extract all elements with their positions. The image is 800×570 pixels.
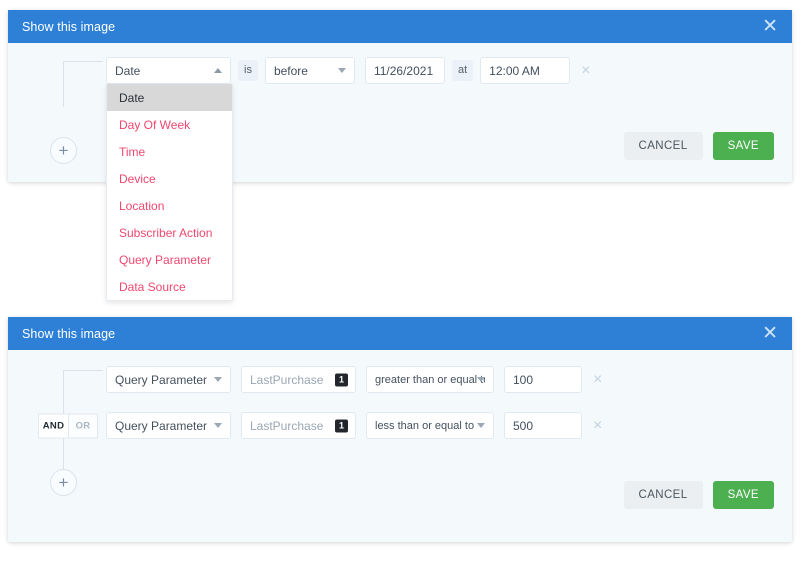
dialog-show-this-image-2: Show this image ✕ + Query Parameter Last… (8, 317, 792, 542)
token-count-badge: 1 (335, 373, 348, 386)
dialog-title: Show this image (22, 327, 115, 341)
remove-condition-icon[interactable]: × (593, 418, 602, 434)
date-input[interactable]: 11/26/2021 (365, 57, 445, 84)
comparison-operator-value: greater than or equal to (375, 374, 485, 386)
logic-or-button[interactable]: OR (68, 413, 98, 438)
remove-condition-icon[interactable]: × (581, 63, 590, 79)
time-input-value: 12:00 AM (489, 64, 540, 78)
add-condition-button[interactable]: + (50, 137, 77, 164)
field-type-select[interactable]: Date (106, 57, 231, 84)
dropdown-option[interactable]: Date (107, 84, 232, 111)
dialog-body: + Date is before 11/26/2021 at 12:00 (8, 43, 792, 176)
comparison-operator-select[interactable]: before (265, 57, 355, 84)
dropdown-option[interactable]: Location (107, 192, 232, 219)
condition-row: Query Parameter LastPurchase 1 greater t… (78, 366, 792, 393)
dialog-header: Show this image ✕ (8, 10, 792, 43)
dialog-header: Show this image ✕ (8, 317, 792, 350)
cancel-button[interactable]: CANCEL (624, 132, 703, 160)
token-count-badge: 1 (335, 419, 348, 432)
chevron-down-icon (477, 377, 485, 382)
logic-and-button[interactable]: AND (38, 413, 68, 438)
dropdown-option[interactable]: Query Parameter (107, 246, 232, 273)
field-type-value: Query Parameter (115, 373, 222, 387)
time-input[interactable]: 12:00 AM (480, 57, 570, 84)
field-type-select[interactable]: Query Parameter (106, 366, 231, 393)
cancel-button[interactable]: CANCEL (624, 481, 703, 509)
at-label: at (452, 60, 473, 81)
comparison-operator-value: less than or equal to (375, 420, 485, 432)
save-button[interactable]: SAVE (713, 132, 774, 160)
field-type-value: Query Parameter (115, 419, 222, 433)
dialog-footer: CANCEL SAVE (8, 481, 792, 525)
chevron-down-icon (477, 423, 485, 428)
dropdown-option[interactable]: Subscriber Action (107, 219, 232, 246)
chevron-up-icon (214, 68, 222, 73)
add-condition-button[interactable]: + (50, 469, 77, 496)
dropdown-option-label: Device (119, 172, 156, 186)
rule-rows: + Date is before 11/26/2021 at 12:00 (8, 43, 792, 84)
date-input-value: 11/26/2021 (374, 64, 433, 78)
query-parameter-input[interactable]: LastPurchase 1 (241, 366, 356, 393)
condition-row: Date is before 11/26/2021 at 12:00 AM × (78, 57, 792, 84)
field-type-value: Date (115, 64, 156, 78)
query-parameter-input[interactable]: LastPurchase 1 (241, 412, 356, 439)
dialog-show-this-image-1: Show this image ✕ + Date is before (8, 10, 792, 182)
chevron-down-icon (214, 423, 222, 428)
value-input[interactable]: 100 (504, 366, 582, 393)
field-type-select[interactable]: Query Parameter (106, 412, 231, 439)
dropdown-option-label: Location (119, 199, 164, 213)
field-type-dropdown[interactable]: Date Day Of Week Time Device Location Su… (106, 84, 233, 301)
dropdown-option[interactable]: Time (107, 138, 232, 165)
value-input-value: 100 (513, 373, 533, 387)
dropdown-option[interactable]: Day Of Week (107, 111, 232, 138)
remove-condition-icon[interactable]: × (593, 372, 602, 388)
dropdown-option-label: Day Of Week (119, 118, 190, 132)
comparison-operator-select[interactable]: greater than or equal to (366, 366, 494, 393)
dropdown-option-label: Date (119, 91, 144, 105)
value-input-value: 500 (513, 419, 533, 433)
close-icon[interactable]: ✕ (762, 17, 778, 36)
dropdown-option-label: Subscriber Action (119, 226, 212, 240)
comparison-operator-value: before (274, 64, 324, 78)
rule-rows: + Query Parameter LastPurchase 1 greater… (8, 350, 792, 439)
query-parameter-value: LastPurchase (250, 419, 323, 433)
comparison-operator-select[interactable]: less than or equal to (366, 412, 494, 439)
logic-operator-toggle[interactable]: AND OR (38, 413, 98, 438)
dialog-body: + Query Parameter LastPurchase 1 greater… (8, 350, 792, 525)
close-icon[interactable]: ✕ (762, 324, 778, 343)
dropdown-option-label: Query Parameter (119, 253, 211, 267)
connector-vertical (63, 61, 65, 107)
dropdown-option-label: Time (119, 145, 145, 159)
save-button[interactable]: SAVE (713, 481, 774, 509)
chevron-down-icon (338, 68, 346, 73)
condition-row: AND OR Query Parameter LastPurchase 1 le… (78, 412, 792, 439)
chevron-down-icon (214, 377, 222, 382)
dropdown-option[interactable]: Device (107, 165, 232, 192)
is-label: is (238, 60, 258, 81)
dropdown-option-label: Data Source (119, 280, 186, 294)
value-input[interactable]: 500 (504, 412, 582, 439)
dialog-title: Show this image (22, 20, 115, 34)
query-parameter-value: LastPurchase (250, 373, 323, 387)
dropdown-option[interactable]: Data Source (107, 273, 232, 300)
